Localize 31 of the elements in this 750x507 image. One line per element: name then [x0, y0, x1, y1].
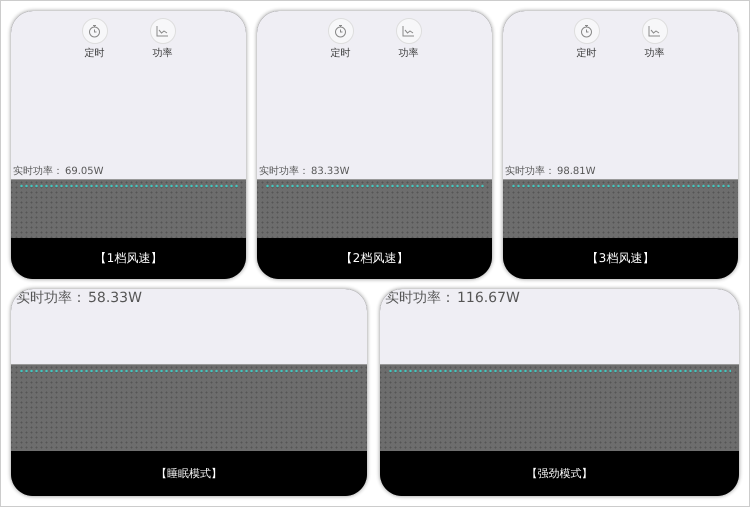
stopwatch-icon — [580, 24, 593, 38]
shortcut-label: 定时 — [330, 46, 350, 60]
power-value: 83.33W — [311, 166, 350, 177]
stopwatch-icon — [334, 24, 347, 38]
mode-label: 【1档风速】 — [94, 250, 162, 267]
shortcut-label: 功率 — [152, 46, 172, 60]
line-chart-icon — [156, 25, 169, 37]
chart-button[interactable] — [150, 18, 176, 44]
power-value: 69.05W — [65, 166, 104, 177]
power-value: 98.81W — [557, 166, 596, 177]
power-label: 实时功率： — [13, 164, 63, 178]
chart-button[interactable] — [396, 18, 422, 44]
mode-label: 【强劲模式】 — [526, 466, 592, 481]
timer-button[interactable] — [328, 18, 354, 44]
mode-label: 【2档风速】 — [340, 250, 408, 267]
shortcut-label: 功率 — [398, 46, 418, 60]
power-label: 实时功率： — [259, 164, 309, 178]
chart-button[interactable] — [642, 18, 668, 44]
timer-button[interactable] — [82, 18, 108, 44]
shortcut-label: 定时 — [84, 46, 104, 60]
line-chart-icon — [402, 25, 415, 37]
power-value: 58.33W — [88, 290, 142, 306]
line-chart-icon — [648, 25, 661, 37]
mode-label: 【睡眠模式】 — [156, 466, 222, 481]
mode-label: 【3档风速】 — [586, 250, 654, 267]
shortcut-label: 定时 — [576, 46, 596, 60]
power-label: 实时功率： — [505, 164, 555, 178]
timer-button[interactable] — [574, 18, 600, 44]
shortcut-label: 功率 — [644, 46, 664, 60]
power-value: 116.67W — [457, 290, 520, 306]
stopwatch-icon — [88, 24, 101, 38]
